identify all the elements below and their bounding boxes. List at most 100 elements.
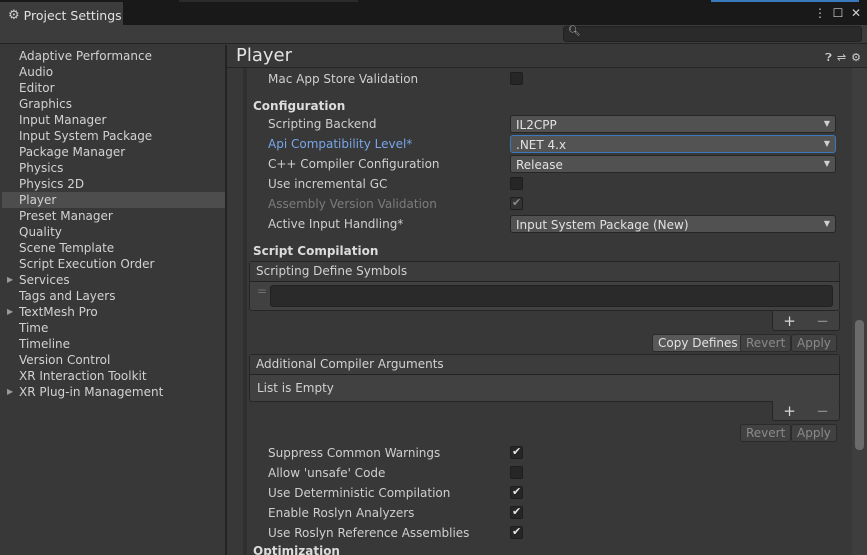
- incremental-gc-row: Use incremental GC: [247, 174, 852, 194]
- tab-project-settings[interactable]: ⚙ Project Settings: [0, 2, 123, 27]
- search-input[interactable]: 🔍︎: [563, 26, 862, 42]
- input-handling-dropdown[interactable]: Input System Package (New) ▼: [510, 215, 836, 233]
- apply-button[interactable]: Apply: [791, 424, 837, 442]
- vertical-scrollbar[interactable]: [852, 68, 867, 555]
- sidebar-item-label: Physics: [19, 161, 64, 175]
- roslyn-reference-checkbox[interactable]: [510, 525, 523, 539]
- dropdown-value: IL2CPP: [516, 118, 557, 132]
- sidebar-item-version-control[interactable]: Version Control: [2, 352, 225, 368]
- sidebar-item-script-execution-order[interactable]: Script Execution Order: [2, 256, 225, 272]
- warning-row: Use Deterministic Compilation: [247, 483, 852, 503]
- preset-icon[interactable]: ⇌: [837, 51, 846, 65]
- roslyn-analyzers-label: Enable Roslyn Analyzers: [268, 506, 415, 520]
- compiler-args-header: Additional Compiler Arguments: [250, 355, 839, 375]
- incremental-gc-checkbox[interactable]: [510, 177, 523, 190]
- dropdown-value: Release: [516, 158, 563, 172]
- expand-arrow-icon[interactable]: ▶: [7, 384, 13, 400]
- revert-button[interactable]: Revert: [740, 424, 792, 442]
- define-symbol-input[interactable]: [270, 285, 833, 307]
- cpp-config-dropdown[interactable]: Release ▼: [510, 155, 836, 173]
- sidebar-item-input-system-package[interactable]: Input System Package: [2, 128, 225, 144]
- plus-icon[interactable]: +: [783, 402, 796, 420]
- inspector-panel: Player ❓︎ ⇌ ⚙ Mac App Store Validation C…: [227, 45, 867, 555]
- close-icon[interactable]: ✕: [849, 6, 863, 20]
- empty-list-text: List is Empty: [257, 381, 334, 395]
- sidebar-item-label: XR Interaction Toolkit: [19, 369, 147, 383]
- header-icons: ❓︎ ⇌ ⚙: [825, 51, 861, 65]
- sidebar-item-label: Scene Template: [19, 241, 115, 255]
- plus-icon[interactable]: +: [783, 312, 796, 330]
- sidebar-item-label: Script Execution Order: [19, 257, 155, 271]
- sidebar-item-timeline[interactable]: Timeline: [2, 336, 225, 352]
- sidebar-item-editor[interactable]: Editor: [2, 80, 225, 96]
- api-level-dropdown[interactable]: .NET 4.x ▼: [510, 135, 836, 153]
- suppress-warnings-label: Suppress Common Warnings: [268, 446, 441, 460]
- sidebar-item-input-manager[interactable]: Input Manager: [2, 112, 225, 128]
- incremental-gc-label: Use incremental GC: [268, 177, 388, 191]
- sidebar-item-adaptive-performance[interactable]: Adaptive Performance: [2, 48, 225, 64]
- unsafe-code-checkbox[interactable]: [510, 466, 523, 479]
- gear-icon: ⚙: [8, 8, 20, 23]
- sidebar-item-physics[interactable]: Physics: [2, 160, 225, 176]
- sidebar-item-label: Time: [19, 321, 49, 335]
- assembly-validation-checkbox: [510, 196, 523, 210]
- expand-arrow-icon[interactable]: ▶: [7, 272, 13, 288]
- unsafe-code-label: Allow 'unsafe' Code: [268, 466, 386, 480]
- mac-validation-label: Mac App Store Validation: [268, 72, 419, 86]
- scripting-backend-dropdown[interactable]: IL2CPP ▼: [510, 115, 836, 133]
- sidebar-item-label: Graphics: [19, 97, 72, 111]
- sidebar-item-textmesh-pro[interactable]: ▶ TextMesh Pro: [2, 304, 225, 320]
- scrollbar-thumb[interactable]: [855, 320, 864, 450]
- script-compilation-heading: Script Compilation: [253, 244, 379, 258]
- sidebar-item-tags-and-layers[interactable]: Tags and Layers: [2, 288, 225, 304]
- sidebar-item-audio[interactable]: Audio: [2, 64, 225, 80]
- apply-button[interactable]: Apply: [791, 334, 837, 352]
- minus-icon[interactable]: −: [816, 312, 829, 330]
- more-options-icon[interactable]: ⋮: [813, 6, 827, 20]
- input-handling-label: Active Input Handling*: [268, 217, 404, 231]
- suppress-warnings-checkbox[interactable]: [510, 445, 523, 459]
- sidebar-item-xr-plug-in-management[interactable]: ▶ XR Plug-in Management: [2, 384, 225, 400]
- window-controls: ⋮ ☐ ✕: [813, 3, 863, 23]
- sidebar-item-services[interactable]: ▶ Services: [2, 272, 225, 288]
- help-icon[interactable]: ❓︎: [825, 51, 832, 65]
- sidebar-item-player[interactable]: Player: [2, 192, 225, 208]
- mac-validation-row: Mac App Store Validation: [247, 69, 852, 89]
- sidebar-item-label: Preset Manager: [19, 209, 113, 223]
- sidebar-item-package-manager[interactable]: Package Manager: [2, 144, 225, 160]
- sidebar-item-label: Input Manager: [19, 113, 107, 127]
- sidebar-item-label: XR Plug-in Management: [19, 385, 164, 399]
- sidebar-item-label: Adaptive Performance: [19, 49, 152, 63]
- define-symbols-add-remove: + −: [772, 311, 840, 331]
- sidebar-item-xr-interaction-toolkit[interactable]: XR Interaction Toolkit: [2, 368, 225, 384]
- configuration-heading: Configuration: [253, 99, 346, 113]
- maximize-icon[interactable]: ☐: [831, 6, 845, 20]
- sidebar-item-label: TextMesh Pro: [19, 305, 98, 319]
- revert-button[interactable]: Revert: [740, 334, 792, 352]
- copy-defines-button[interactable]: Copy Defines: [652, 334, 744, 352]
- settings-icon[interactable]: ⚙: [851, 51, 861, 65]
- settings-content: Mac App Store Validation Configuration S…: [243, 68, 852, 555]
- cpp-config-row: C++ Compiler Configuration Release ▼: [247, 154, 852, 174]
- chevron-down-icon: ▼: [823, 219, 830, 228]
- roslyn-analyzers-checkbox[interactable]: [510, 505, 523, 519]
- sidebar-item-graphics[interactable]: Graphics: [2, 96, 225, 112]
- sidebar-item-label: Services: [19, 273, 70, 287]
- deterministic-compilation-checkbox[interactable]: [510, 485, 523, 499]
- sidebar-item-label: Editor: [19, 81, 55, 95]
- dropdown-value: Input System Package (New): [516, 218, 689, 232]
- dropdown-value: .NET 4.x: [516, 138, 567, 152]
- expand-arrow-icon[interactable]: ▶: [7, 304, 13, 320]
- drag-handle-icon[interactable]: =: [257, 284, 267, 298]
- chevron-down-icon: ▼: [823, 159, 830, 168]
- sidebar-item-physics-2d[interactable]: Physics 2D: [2, 176, 225, 192]
- sidebar-item-scene-template[interactable]: Scene Template: [2, 240, 225, 256]
- sidebar-item-quality[interactable]: Quality: [2, 224, 225, 240]
- chevron-down-icon: ▼: [823, 139, 830, 148]
- minus-icon[interactable]: −: [816, 402, 829, 420]
- deterministic-compilation-label: Use Deterministic Compilation: [268, 486, 451, 500]
- sidebar-item-time[interactable]: Time: [2, 320, 225, 336]
- sidebar-item-preset-manager[interactable]: Preset Manager: [2, 208, 225, 224]
- mac-validation-checkbox[interactable]: [510, 72, 523, 85]
- warning-row: Allow 'unsafe' Code: [247, 463, 852, 483]
